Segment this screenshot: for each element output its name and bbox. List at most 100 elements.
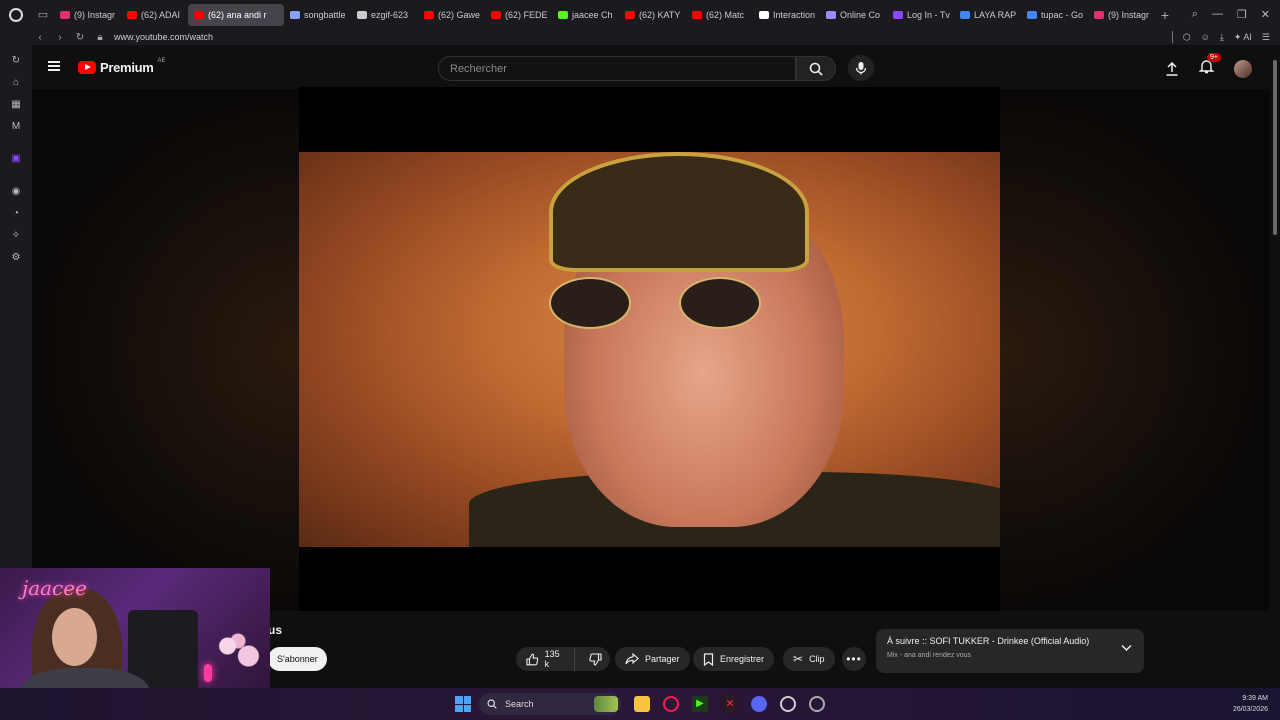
reload-icon[interactable]: ↻ bbox=[70, 32, 90, 43]
subscribe-button[interactable]: S'abonner bbox=[268, 647, 327, 671]
forward-icon[interactable]: › bbox=[50, 32, 70, 43]
page-scrollbar[interactable] bbox=[1270, 45, 1280, 685]
browser-tab[interactable]: (62) FEDE bbox=[485, 4, 552, 26]
tab-favicon-icon bbox=[1094, 10, 1104, 19]
tab-favicon-icon bbox=[558, 10, 568, 19]
browser-tab[interactable]: (9) Instagr bbox=[1088, 4, 1155, 26]
hamburger-menu-icon[interactable] bbox=[48, 61, 60, 71]
history-icon[interactable]: ↻ bbox=[10, 55, 22, 67]
tab-favicon-icon bbox=[625, 10, 635, 19]
browser-tab[interactable]: (62) ana andi r bbox=[188, 3, 284, 26]
maximize-icon[interactable]: ❐ bbox=[1237, 8, 1247, 21]
like-button[interactable]: 135 k bbox=[516, 647, 575, 671]
profile-icon[interactable]: ☺ bbox=[1201, 32, 1210, 42]
browser-tab[interactable]: Log In - Tv bbox=[887, 4, 954, 26]
new-tab-icon[interactable]: + bbox=[1155, 7, 1175, 23]
browser-tab[interactable]: jaacee Ch bbox=[552, 4, 619, 26]
search-tabs-icon[interactable]: ⌕ bbox=[1192, 8, 1198, 21]
browser-tab[interactable]: (9) Instagr bbox=[54, 4, 121, 26]
scrollbar-thumb[interactable] bbox=[1273, 60, 1277, 235]
dislike-button[interactable] bbox=[581, 652, 610, 666]
browser-tab[interactable]: (62) Gawe bbox=[418, 4, 485, 26]
thumbs-down-icon bbox=[589, 652, 602, 666]
bag-icon[interactable]: ⌂ bbox=[10, 77, 22, 89]
twitch-icon[interactable]: ▣ bbox=[10, 153, 22, 165]
upload-icon[interactable] bbox=[1165, 62, 1179, 76]
tab-label: Online Co bbox=[840, 9, 881, 20]
browser-logo-icon[interactable] bbox=[0, 0, 32, 29]
image-icon[interactable]: ▦ bbox=[10, 99, 22, 111]
taskbar-search-label: Search bbox=[505, 699, 534, 709]
lock-icon: 🔒︎ bbox=[97, 31, 103, 43]
file-explorer-icon[interactable] bbox=[634, 696, 650, 712]
browser-tab[interactable]: (62) KATY bbox=[619, 4, 686, 26]
tab-favicon-icon bbox=[692, 10, 702, 19]
extension-sidebar-icon[interactable]: ✧ bbox=[10, 230, 22, 242]
tab-label: jaacee Ch bbox=[572, 9, 613, 20]
video-title: us bbox=[268, 623, 283, 637]
tab-strip: (9) Instagr (62) ADAI (62) ana andi r songb… bbox=[54, 0, 1155, 29]
tab-overview-icon[interactable]: ▭ bbox=[32, 0, 54, 29]
save-button[interactable]: Enregistrer bbox=[693, 647, 775, 671]
back-icon[interactable]: ‹ bbox=[30, 32, 50, 43]
capcut-icon[interactable]: ✕ bbox=[722, 696, 738, 712]
mail-icon[interactable]: M bbox=[10, 121, 22, 133]
close-icon[interactable]: ✕ bbox=[1261, 8, 1270, 21]
obs-icon[interactable] bbox=[780, 696, 796, 712]
search-button[interactable] bbox=[796, 56, 836, 81]
download-icon[interactable]: ⤓ bbox=[1220, 32, 1224, 43]
kick-icon[interactable]: ▶ bbox=[692, 696, 708, 712]
extension-icon[interactable]: ⬡ bbox=[1183, 32, 1191, 43]
browser-tab[interactable]: (62) Matc bbox=[686, 4, 753, 26]
minimize-icon[interactable]: — bbox=[1212, 8, 1223, 21]
youtube-logo[interactable]: Premium AE bbox=[78, 58, 166, 75]
start-button[interactable] bbox=[455, 696, 471, 712]
youtube-header: Premium AE Rechercher 9+ bbox=[32, 45, 1280, 89]
clip-button[interactable]: ✂ Clip bbox=[783, 647, 835, 671]
up-next-card[interactable]: À suivre :: SOFI TUKKER - Drinkee (Offic… bbox=[876, 629, 1144, 673]
orchid-flowers-shape bbox=[212, 626, 264, 676]
settings-icon[interactable]: ⚙ bbox=[10, 252, 22, 264]
browser-tab[interactable]: LAYA RAP bbox=[954, 4, 1021, 26]
clock-icon[interactable]: ◔ bbox=[10, 208, 22, 220]
search-input[interactable]: Rechercher bbox=[438, 56, 796, 81]
video-player[interactable] bbox=[299, 87, 1000, 611]
ai-button[interactable]: ✦ AI bbox=[1234, 32, 1252, 43]
clock-date: 26/03/2026 bbox=[1232, 706, 1268, 713]
embroidered-cap-shape bbox=[549, 152, 809, 272]
left-lens bbox=[549, 277, 631, 329]
avatar[interactable] bbox=[1234, 60, 1252, 78]
browser-tab[interactable]: Online Co bbox=[820, 4, 887, 26]
share-button[interactable]: Partager bbox=[615, 647, 690, 671]
save-label: Enregistrer bbox=[720, 654, 765, 664]
player-icon[interactable]: ◉ bbox=[10, 186, 22, 198]
ai-label: AI bbox=[1243, 31, 1252, 42]
tab-label: (62) KATY bbox=[639, 9, 681, 20]
address-bar-tools: ⬡ ☺ ⤓ ✦ AI ☰ bbox=[1171, 31, 1280, 43]
menu-icon[interactable]: ☰ bbox=[1262, 32, 1270, 43]
more-actions-button[interactable]: ••• bbox=[842, 647, 866, 671]
voice-search-button[interactable] bbox=[848, 55, 874, 81]
header-actions: 9+ bbox=[1165, 53, 1252, 79]
browser-tab[interactable]: tupac - Go bbox=[1021, 4, 1088, 26]
browser-tab[interactable]: (62) ADAI bbox=[121, 4, 188, 26]
youtube-play-icon bbox=[78, 61, 96, 74]
taskbar-search[interactable]: Search bbox=[479, 693, 621, 715]
tab-favicon-icon bbox=[893, 10, 903, 19]
streamer-face-shape bbox=[52, 608, 97, 666]
notifications-button[interactable]: 9+ bbox=[1198, 53, 1221, 79]
app-icon[interactable] bbox=[809, 696, 825, 712]
opera-gx-icon[interactable] bbox=[663, 696, 679, 712]
tab-favicon-icon bbox=[960, 10, 970, 19]
browser-tab[interactable]: songbattle bbox=[284, 4, 351, 26]
discord-icon[interactable] bbox=[751, 696, 767, 712]
tab-label: (62) Gawe bbox=[438, 9, 481, 20]
browser-tab[interactable]: Interaction bbox=[753, 4, 820, 26]
url-field[interactable]: www.youtube.com/watch bbox=[114, 32, 213, 42]
neon-sign: jaacee bbox=[22, 576, 87, 600]
tab-label: (62) FEDE bbox=[505, 9, 548, 20]
browser-tab[interactable]: ezgif-623 bbox=[351, 4, 418, 26]
tab-favicon-icon bbox=[357, 10, 367, 19]
chevron-down-icon[interactable] bbox=[1121, 644, 1132, 652]
system-clock[interactable]: 9:39 AM 26/03/2026 bbox=[1233, 693, 1268, 715]
